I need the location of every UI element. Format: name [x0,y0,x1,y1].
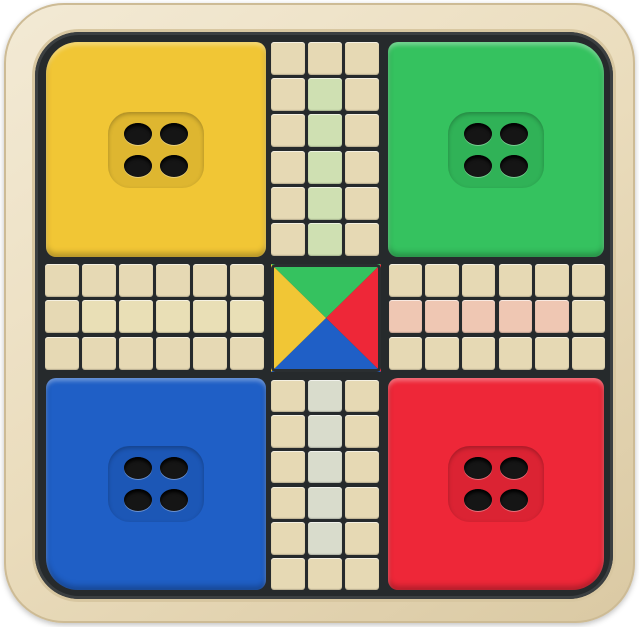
pawn-slot[interactable] [160,457,188,479]
track-cell-top[interactable] [308,41,342,75]
track-cell-bottom[interactable] [308,486,342,520]
track-cell-left[interactable] [44,300,79,333]
track-cell-left[interactable] [81,264,116,297]
track-cell-left[interactable] [155,264,190,297]
track-cell-right[interactable] [388,264,423,297]
home-base-red[interactable] [388,378,604,590]
track-cell-top[interactable] [308,150,342,184]
pawn-slots-red [448,446,544,522]
track-cell-bottom[interactable] [345,557,379,591]
pawn-slot[interactable] [124,489,152,511]
track-cell-right[interactable] [498,264,533,297]
track-cell-left[interactable] [44,337,79,370]
track-cell-right[interactable] [425,264,459,297]
center-home [271,264,381,372]
pawn-slot[interactable] [124,154,152,177]
pawn-slot[interactable] [500,122,528,145]
ludo-board [35,32,613,599]
pawn-slot[interactable] [160,154,188,177]
track-cell-right[interactable] [498,300,533,333]
track-cell-bottom[interactable] [308,415,342,448]
track-cell-right[interactable] [461,300,496,333]
track-cell-right[interactable] [571,264,606,297]
track-cell-bottom[interactable] [345,486,379,520]
track-cell-left[interactable] [81,337,116,370]
track-cell-top[interactable] [308,114,342,148]
track-cell-left[interactable] [118,337,153,370]
track-cell-bottom[interactable] [345,522,379,555]
track-cell-right[interactable] [425,300,459,333]
track-cell-left[interactable] [229,337,264,370]
track-cell-top[interactable] [345,186,379,221]
track-cell-left[interactable] [81,300,116,333]
home-base-yellow[interactable] [46,42,266,257]
track-cell-top[interactable] [271,114,305,148]
pawn-slot[interactable] [500,154,528,177]
pawn-slot[interactable] [464,154,492,177]
pawn-slot[interactable] [500,489,528,511]
track-cell-top[interactable] [345,114,379,148]
track-cell-bottom[interactable] [271,557,305,591]
track-cell-bottom[interactable] [345,379,379,413]
track-cell-bottom[interactable] [271,379,305,413]
track-cell-left[interactable] [118,300,153,333]
track-cell-top[interactable] [308,223,342,257]
track-cell-left[interactable] [155,337,190,370]
track-cell-left[interactable] [118,264,153,297]
track-cell-left[interactable] [192,264,227,297]
track-cell-right[interactable] [571,300,606,333]
pawn-slot[interactable] [464,489,492,511]
track-cell-bottom[interactable] [271,450,305,484]
track-cell-bottom[interactable] [345,415,379,448]
track-cell-top[interactable] [345,150,379,184]
pawn-slots-green [448,111,544,188]
track-cell-left[interactable] [192,337,227,370]
pawn-slot[interactable] [124,122,152,145]
track-cell-left[interactable] [229,264,264,297]
pawn-slot[interactable] [124,457,152,479]
track-cell-left[interactable] [192,300,227,333]
track-cell-right[interactable] [461,264,496,297]
pawn-slot[interactable] [160,489,188,511]
track-cell-bottom[interactable] [308,522,342,555]
track-cell-left[interactable] [155,300,190,333]
pawn-slot[interactable] [500,457,528,479]
home-base-blue[interactable] [46,378,266,590]
track-cell-top[interactable] [345,77,379,112]
pawn-slot[interactable] [464,457,492,479]
track-cell-top[interactable] [345,41,379,75]
pawn-slot[interactable] [160,122,188,145]
track-cell-right[interactable] [388,300,423,333]
track-cell-right[interactable] [571,337,606,370]
pawn-slot[interactable] [464,122,492,145]
track-cell-top[interactable] [271,77,305,112]
track-cell-top[interactable] [271,223,305,257]
track-cell-right[interactable] [535,337,569,370]
track-cell-bottom[interactable] [345,450,379,484]
track-cell-bottom[interactable] [308,557,342,591]
track-cell-top[interactable] [271,186,305,221]
track-cell-bottom[interactable] [308,379,342,413]
track-cell-top[interactable] [308,77,342,112]
track-cell-bottom[interactable] [271,415,305,448]
board-frame [4,3,635,623]
pawn-slots-yellow [108,111,204,188]
track-cell-left[interactable] [229,300,264,333]
track-cell-right[interactable] [461,337,496,370]
track-cell-bottom[interactable] [271,486,305,520]
track-cell-bottom[interactable] [271,522,305,555]
track-cell-top[interactable] [271,41,305,75]
home-base-green[interactable] [388,42,604,257]
pawn-slots-blue [108,446,204,522]
track-cell-top[interactable] [308,186,342,221]
track-cell-bottom[interactable] [308,450,342,484]
track-cell-right[interactable] [498,337,533,370]
track-cell-left[interactable] [44,264,79,297]
track-cell-right[interactable] [535,264,569,297]
track-cell-right[interactable] [388,337,423,370]
track-cell-top[interactable] [271,150,305,184]
track-cell-right[interactable] [425,337,459,370]
track-cell-right[interactable] [535,300,569,333]
track-cell-top[interactable] [345,223,379,257]
